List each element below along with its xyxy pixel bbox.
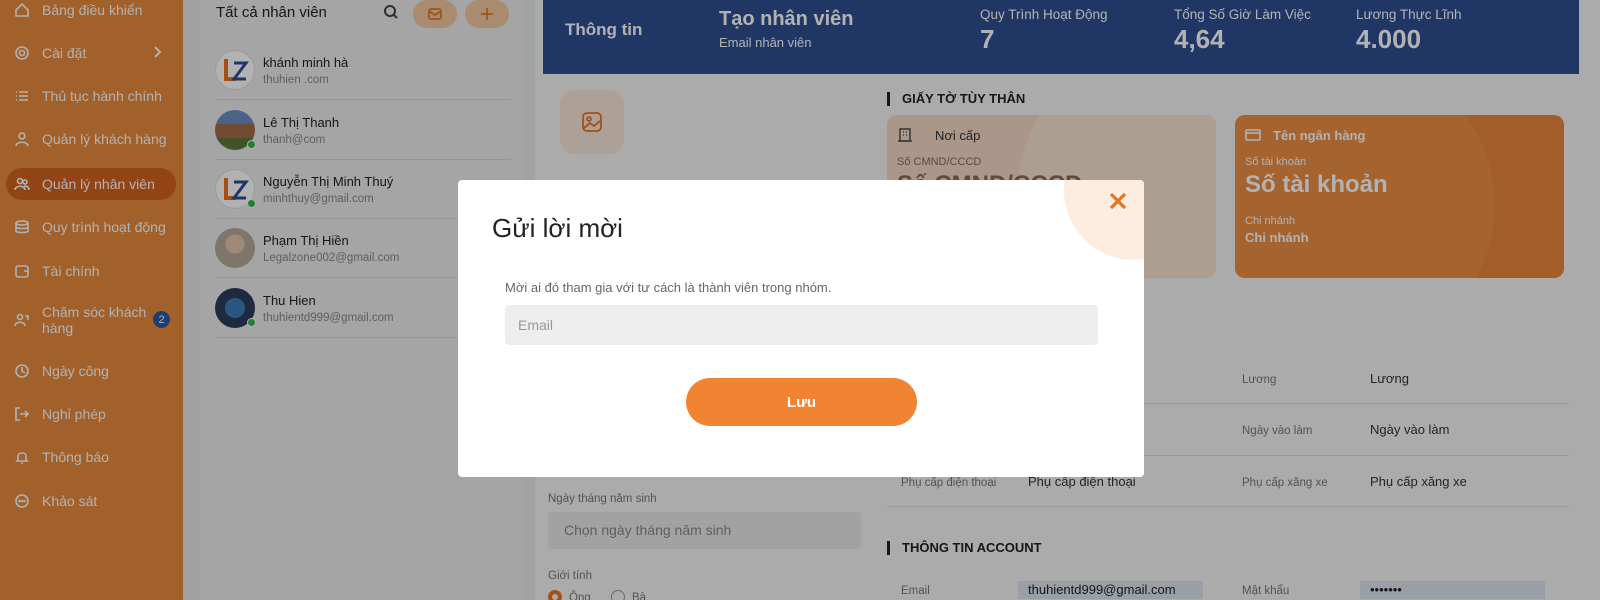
modal-description: Mời ai đó tham gia với tư cách là thành …	[505, 280, 832, 295]
modal-title: Gửi lời mời	[492, 213, 623, 243]
modal-decoration	[1064, 180, 1144, 260]
close-icon[interactable]	[1107, 190, 1131, 214]
save-button[interactable]: Lưu	[686, 378, 917, 426]
email-field[interactable]	[505, 305, 1098, 345]
invite-modal: Gửi lời mời Mời ai đó tham gia với tư cá…	[458, 180, 1144, 477]
